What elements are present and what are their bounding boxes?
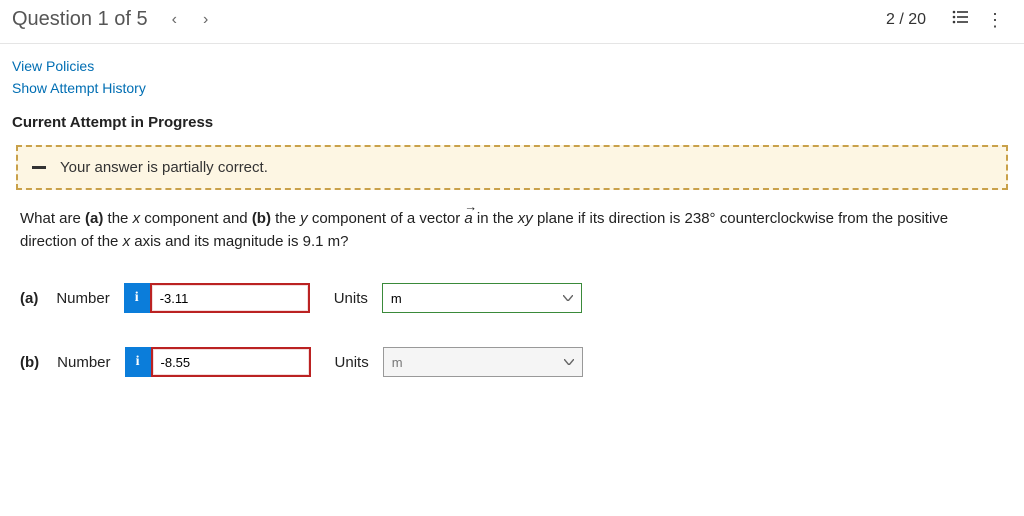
part-a-label: (a) [20,290,38,307]
answer-row-b: (b) Number i Units m [20,347,1004,377]
units-select-a[interactable]: m [382,283,582,313]
more-options-icon[interactable]: ⋮ [978,7,1012,33]
attempt-status-heading: Current Attempt in Progress [12,114,1012,131]
question-text: What are (a) the x component and (b) the… [20,208,1004,253]
vector-a-symbol: a [464,208,472,231]
question-body: View Policies Show Attempt History Curre… [0,44,1024,377]
number-input-a[interactable] [150,283,310,313]
nav-arrows: ‹ › [168,9,213,31]
number-label-b: Number [57,354,110,371]
view-policies-link[interactable]: View Policies [12,58,1012,74]
partial-correct-alert: Your answer is partially correct. [16,145,1008,190]
part-b-label: (b) [20,354,39,371]
show-attempt-history-link[interactable]: Show Attempt History [12,80,1012,96]
minus-icon [32,166,46,169]
info-icon[interactable]: i [125,347,151,377]
units-select-b[interactable]: m [383,347,583,377]
units-label-a: Units [334,290,368,307]
alert-message: Your answer is partially correct. [60,159,268,176]
answer-row-a: (a) Number i Units m [20,283,1004,313]
list-icon[interactable] [944,4,978,35]
units-label-b: Units [335,354,369,371]
prev-question-button[interactable]: ‹ [168,9,181,31]
info-icon[interactable]: i [124,283,150,313]
next-question-button[interactable]: › [199,9,212,31]
question-title: Question 1 of 5 [12,8,148,31]
attempt-counter: 2 / 20 [886,11,926,29]
number-label-a: Number [56,290,109,307]
number-input-b[interactable] [151,347,311,377]
question-header: Question 1 of 5 ‹ › 2 / 20 ⋮ [0,0,1024,44]
